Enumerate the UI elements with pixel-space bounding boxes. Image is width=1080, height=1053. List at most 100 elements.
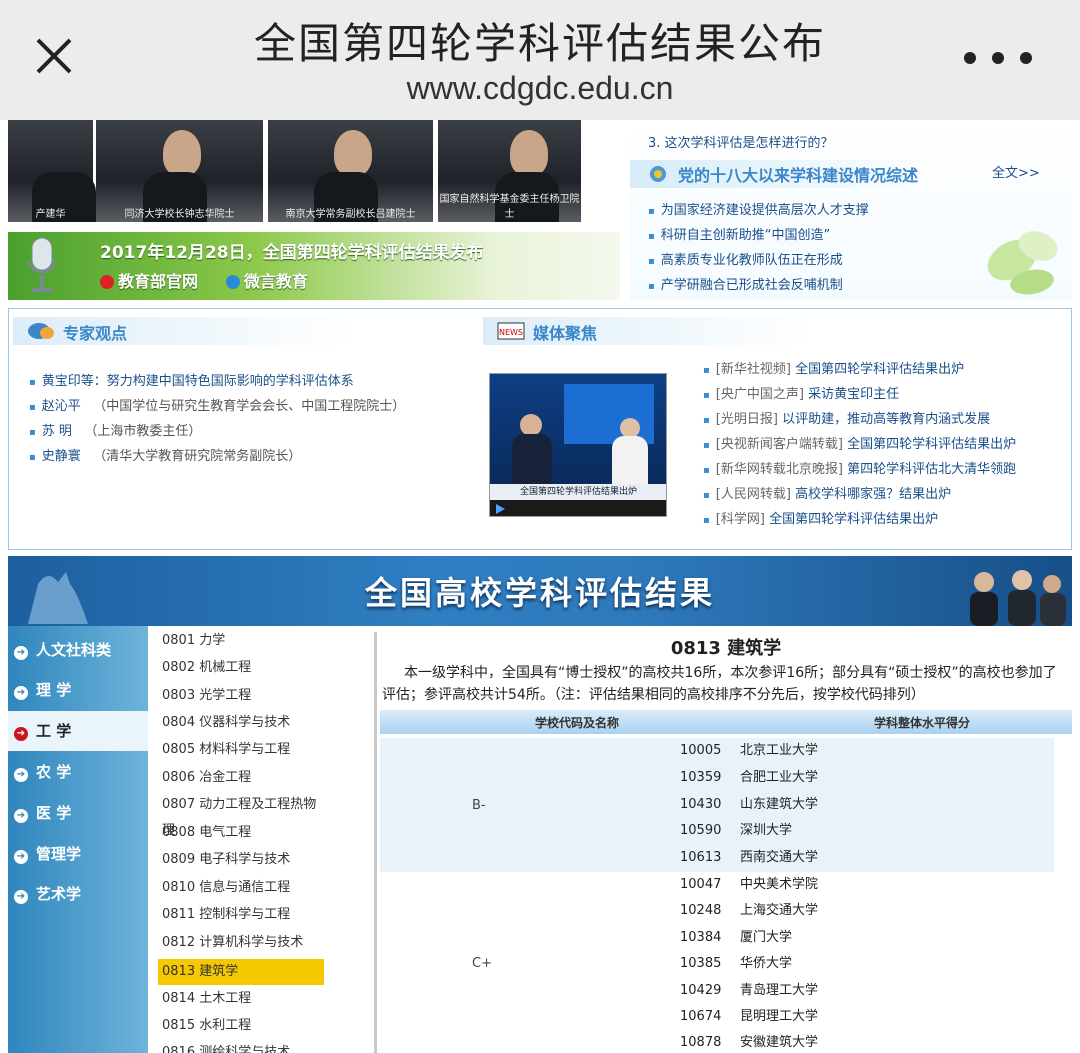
- news-photo[interactable]: 产建华: [8, 120, 96, 222]
- list-item[interactable]: 赵沁平 （中国学位与研究生教育学会会长、中国工程院院士）: [29, 394, 405, 419]
- subject-item[interactable]: 0809 电子科学与技术: [158, 847, 324, 873]
- announcement-links: 教育部官网 微言教育: [100, 268, 308, 292]
- table-row: 10429 青岛理工大学: [680, 983, 819, 998]
- news-photo[interactable]: 南京大学常务副校长吕建院士: [268, 120, 436, 222]
- table-row: 10384 厦门大学: [680, 930, 793, 945]
- news-photo[interactable]: 国家自然科学基金委主任杨卫院士: [438, 120, 584, 222]
- subject-item[interactable]: 0801 力学: [158, 628, 324, 654]
- moe-link[interactable]: 教育部官网: [118, 272, 198, 291]
- table-row: 10674 昆明理工大学: [680, 1009, 819, 1024]
- list-item[interactable]: 史静寰 （清华大学教育研究院常务副院长）: [29, 444, 405, 469]
- list-item[interactable]: [新华网转载北京晚报] 第四轮学科评估北大清华领跑: [703, 457, 1016, 482]
- subject-item[interactable]: 0808 电气工程: [158, 820, 324, 846]
- subject-item[interactable]: 0805 材料科学与工程: [158, 737, 324, 763]
- subject-item[interactable]: 0804 仪器科学与技术: [158, 710, 324, 736]
- list-item[interactable]: 苏 明 （上海市教委主任）: [29, 419, 405, 444]
- subject-item[interactable]: 0802 机械工程: [158, 655, 324, 681]
- photo-caption: 产建华: [35, 209, 66, 220]
- table-row: 10613 西南交通大学: [680, 850, 819, 865]
- subject-list: 0801 力学 0802 机械工程 0803 光学工程 0804 仪器科学与技术…: [152, 626, 374, 1053]
- table-row: 10430 山东建筑大学: [680, 797, 819, 812]
- announcement-text[interactable]: 2017年12月28日，全国第四轮学科评估结果发布: [100, 238, 484, 263]
- arrow-right-icon: ➔: [14, 686, 28, 700]
- results-banner: 全国高校学科评估结果: [8, 556, 1072, 626]
- svg-text:NEWS: NEWS: [499, 328, 523, 337]
- results-content: 0813 建筑学 本一级学科中，全国具有“博士授权”的高校共16所，本次参评16…: [380, 626, 1072, 1053]
- table-row: 10005 北京工业大学: [680, 743, 819, 758]
- subject-item[interactable]: 0810 信息与通信工程: [158, 875, 324, 901]
- subject-item[interactable]: 0807 动力工程及工程热物理: [158, 792, 324, 838]
- right-news-panel: 3. 这次学科评估是怎样进行的？ 党的十八大以来学科建设情况综述 全文>> 为国…: [630, 120, 1072, 300]
- arrow-right-icon: ➔: [14, 850, 28, 864]
- moe-logo-icon: [100, 275, 114, 289]
- subject-item[interactable]: 0814 土木工程: [158, 986, 324, 1012]
- arrow-right-icon: ➔: [14, 646, 28, 660]
- photo-caption: 国家自然科学基金委主任杨卫院士: [439, 194, 580, 220]
- experts-header: 专家观点: [13, 317, 353, 345]
- news-photo[interactable]: 同济大学校长钟志华院士: [96, 120, 266, 222]
- list-item[interactable]: [新华社视频] 全国第四轮学科评估结果出炉: [703, 357, 1016, 382]
- arrow-right-icon: ➔: [14, 727, 28, 741]
- nav-item-science[interactable]: ➔ 理 学: [8, 670, 148, 710]
- results-title: 全国高校学科评估结果: [364, 574, 715, 612]
- list-item[interactable]: [央广中国之声] 采访黄宝印主任: [703, 382, 1016, 407]
- grade-label: B-: [472, 798, 486, 813]
- list-item[interactable]: [光明日报] 以评助建，推动高等教育内涵式发展: [703, 407, 1016, 432]
- table-row: 10047 中央美术学院: [680, 877, 819, 892]
- nav-item-humanities[interactable]: ➔ 人文社科类: [8, 630, 148, 670]
- table-row: 10878 安徽建筑大学: [680, 1035, 819, 1050]
- category-nav: ➔ 人文社科类 ➔ 理 学 ➔ 工 学 ➔ 农 学 ➔ 医 学 ➔ 管理学 ➔ 艺术学: [8, 626, 148, 1053]
- news-icon: NEWS: [497, 322, 525, 340]
- table-header: 学校代码及名称 学科整体水平得分: [380, 710, 1072, 734]
- list-item[interactable]: 为国家经济建设提供高层次人才支撑: [648, 198, 869, 223]
- faq-link[interactable]: 3. 这次学科评估是怎样进行的？: [648, 132, 834, 151]
- video-caption: 全国第四轮学科评估结果出炉: [490, 484, 666, 500]
- subject-item[interactable]: 0815 水利工程: [158, 1013, 324, 1039]
- nav-item-agriculture[interactable]: ➔ 农 学: [8, 752, 148, 792]
- party-emblem-icon: [650, 166, 666, 182]
- news-list: 为国家经济建设提供高层次人才支撑 科研自主创新助推“中国创造” 高素质专业化教师…: [648, 198, 869, 298]
- media-header: NEWS 媒体聚焦: [483, 317, 813, 345]
- nav-item-arts[interactable]: ➔ 艺术学: [8, 874, 148, 914]
- list-item[interactable]: [人民网转载] 高校学科哪家强？结果出炉: [703, 482, 1016, 507]
- column-header-score: 学科整体水平得分: [874, 716, 971, 730]
- media-title: 媒体聚焦: [533, 324, 598, 343]
- graduates-icon: [970, 570, 1066, 626]
- news-banner: 产建华 同济大学校长钟志华院士 南京大学常务副校长吕建院士 国家自然科学基金委主…: [8, 120, 620, 300]
- list-item[interactable]: 产学研融合已形成社会反哺机制: [648, 273, 869, 298]
- subject-item[interactable]: 0811 控制科学与工程: [158, 902, 324, 928]
- nav-item-engineering[interactable]: ➔ 工 学: [8, 711, 148, 751]
- browser-top-bar: 全国第四轮学科评估结果公布 www.cdgdc.edu.cn: [0, 0, 1080, 120]
- subject-item-selected[interactable]: 0813 建筑学: [158, 959, 324, 985]
- nav-item-medicine[interactable]: ➔ 医 学: [8, 793, 148, 833]
- more-options-icon[interactable]: [958, 48, 1038, 68]
- photo-caption: 南京大学常务副校长吕建院士: [285, 209, 416, 220]
- media-list: [新华社视频] 全国第四轮学科评估结果出炉 [央广中国之声] 采访黄宝印主任 […: [703, 357, 1016, 532]
- table-row: 10359 合肥工业大学: [680, 770, 819, 785]
- nav-item-management[interactable]: ➔ 管理学: [8, 834, 148, 874]
- experts-title: 专家观点: [63, 324, 128, 343]
- grade-label: C+: [472, 956, 492, 971]
- photo-caption: 同济大学校长钟志华院士: [124, 209, 235, 220]
- list-item[interactable]: [科学网] 全国第四轮学科评估结果出炉: [703, 507, 1016, 532]
- list-item[interactable]: 高素质专业化教师队伍正在形成: [648, 248, 869, 273]
- weiyan-link[interactable]: 微言教育: [244, 272, 308, 291]
- arrow-right-icon: ➔: [14, 809, 28, 823]
- subject-item[interactable]: 0806 冶金工程: [158, 765, 324, 791]
- subject-item[interactable]: 0812 计算机科学与技术: [158, 930, 324, 956]
- list-item[interactable]: 科研自主创新助推“中国创造”: [648, 223, 869, 248]
- subject-heading: 0813 建筑学: [670, 638, 782, 659]
- full-text-link[interactable]: 全文>>: [992, 162, 1040, 181]
- divider: [374, 632, 377, 1053]
- table-row: 10590 深圳大学: [680, 823, 793, 838]
- list-item[interactable]: [央视新闻客户端转载] 全国第四轮学科评估结果出炉: [703, 432, 1016, 457]
- play-icon[interactable]: [494, 503, 506, 515]
- arrow-right-icon: ➔: [14, 768, 28, 782]
- subject-item[interactable]: 0816 测绘科学与技术: [158, 1040, 324, 1053]
- leaves-decoration-icon: [987, 231, 1058, 295]
- experts-media-panel: 专家观点 黄宝印等：努力构建中国特色国际影响的学科评估体系 赵沁平 （中国学位与…: [8, 308, 1072, 550]
- weiyan-logo-icon: [225, 275, 240, 289]
- subject-item[interactable]: 0803 光学工程: [158, 683, 324, 709]
- list-item[interactable]: 黄宝印等：努力构建中国特色国际影响的学科评估体系: [29, 369, 405, 394]
- video-thumbnail[interactable]: 全国第四轮学科评估结果出炉: [489, 373, 667, 517]
